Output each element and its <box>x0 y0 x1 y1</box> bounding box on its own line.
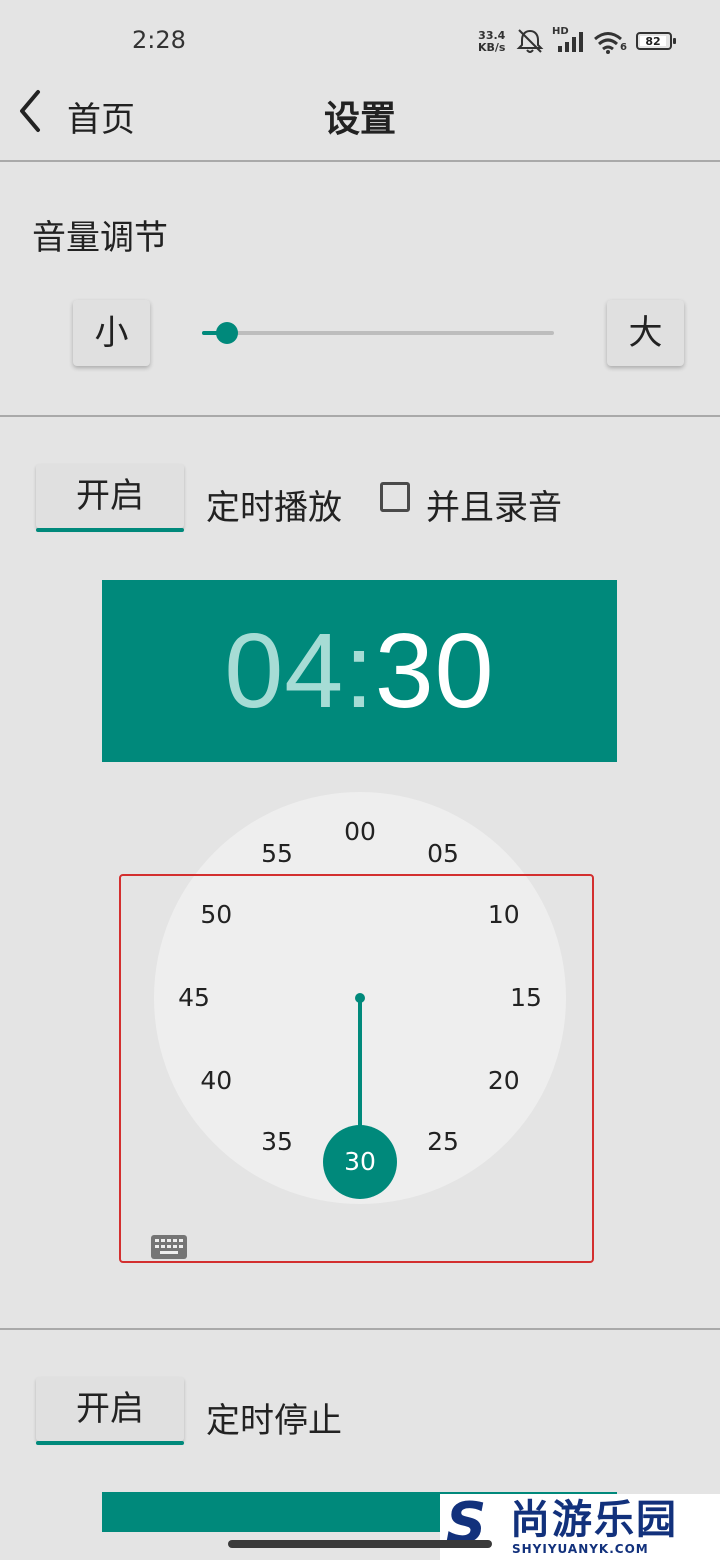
minute-text[interactable]: 30 <box>375 612 495 730</box>
status-time: 2:28 <box>132 26 186 54</box>
watermark-url: SHYIYUANYK.COM <box>512 1542 649 1556</box>
time-display: 04:30 <box>102 606 617 736</box>
timed-stop-toggle-button[interactable]: 开启 <box>36 1377 184 1445</box>
volume-down-button[interactable]: 小 <box>73 300 150 366</box>
time-separator: : <box>344 612 375 730</box>
volume-slider[interactable] <box>202 322 554 344</box>
volume-divider <box>0 415 720 417</box>
timed-stop-toggle-label: 开启 <box>36 1377 184 1441</box>
highlight-box <box>119 874 594 1263</box>
volume-section-title: 音量调节 <box>32 218 168 258</box>
record-checkbox[interactable] <box>380 482 410 512</box>
hour-text[interactable]: 04 <box>224 612 344 730</box>
watermark: S 尚游乐园 SHYIYUANYK.COM <box>440 1494 720 1560</box>
clock-number-05[interactable]: 05 <box>413 836 473 872</box>
mute-notification-icon <box>516 29 544 53</box>
time-picker-header: 04:30 <box>102 580 617 762</box>
signal-bars-icon <box>558 32 583 52</box>
volume-slider-thumb[interactable] <box>215 322 238 344</box>
toggle-indicator <box>36 1441 184 1445</box>
clock-divider <box>0 1328 720 1330</box>
clock-number-55[interactable]: 55 <box>247 836 307 872</box>
record-checkbox-label[interactable]: 并且录音 <box>426 480 562 529</box>
wifi-badge: 6 <box>620 42 627 53</box>
network-speed-unit: KB/s <box>478 41 506 54</box>
watermark-name: 尚游乐园 <box>510 1497 678 1543</box>
page-title: 设置 <box>323 99 396 140</box>
keyboard-icon[interactable] <box>150 1234 188 1260</box>
volume-up-button[interactable]: 大 <box>607 300 684 366</box>
home-indicator[interactable] <box>228 1540 492 1548</box>
network-speed: 33.4 KB/s <box>478 30 505 54</box>
timed-play-toggle-label: 开启 <box>36 464 184 528</box>
toggle-indicator <box>36 528 184 532</box>
header-divider <box>0 160 720 162</box>
timed-play-label: 定时播放 <box>206 488 342 528</box>
battery-icon: 82 <box>636 32 676 50</box>
battery-level: 82 <box>640 36 666 47</box>
timed-stop-label: 定时停止 <box>206 1401 342 1441</box>
timed-play-toggle-button[interactable]: 开启 <box>36 464 184 532</box>
clock-number-00[interactable]: 00 <box>330 814 390 850</box>
